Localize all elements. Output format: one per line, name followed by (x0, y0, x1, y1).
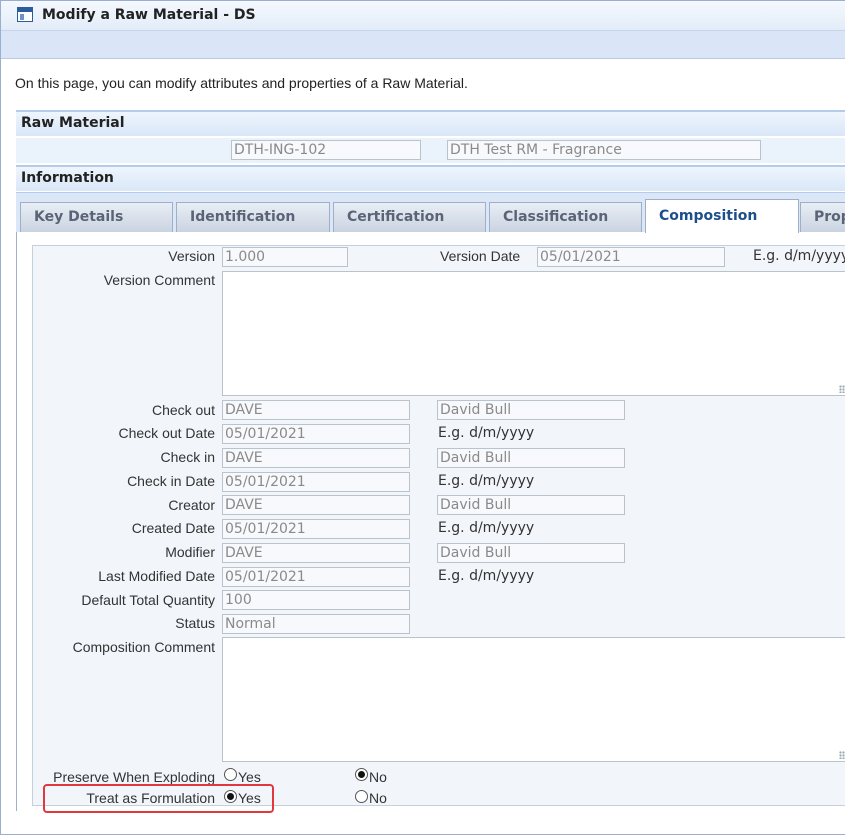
preserve-when-exploding-label: Preserve When Exploding (53, 769, 215, 785)
tab-classification[interactable]: Classification (489, 202, 642, 232)
check-out-user-field: DAVE (222, 400, 410, 420)
check-in-label: Check in (160, 449, 215, 465)
formulation-no-label[interactable]: No (369, 790, 387, 806)
last-modified-date-field: 05/01/2021 (222, 567, 410, 587)
created-date-field: 05/01/2021 (222, 519, 410, 539)
tab-properties[interactable]: Prop (800, 202, 845, 232)
check-out-name-field: David Bull (437, 400, 625, 420)
composition-comment-label: Composition Comment (72, 639, 215, 655)
version-label: Version (168, 248, 215, 264)
check-out-date-label: Check out Date (118, 425, 216, 441)
check-in-date-field: 05/01/2021 (222, 472, 410, 492)
default-total-quantity-label: Default Total Quantity (81, 592, 215, 608)
check-in-date-hint: E.g. d/m/yyyy (438, 473, 535, 489)
status-field: Normal (222, 614, 410, 634)
creator-name-field: David Bull (437, 495, 625, 515)
version-date-hint: E.g. d/m/yyyy (753, 248, 845, 264)
toolbar-strip (1, 31, 845, 59)
default-total-quantity-field: 100 (222, 590, 410, 610)
check-in-date-label: Check in Date (127, 473, 215, 489)
created-date-label: Created Date (131, 520, 215, 536)
check-in-name-field: David Bull (437, 448, 625, 468)
creator-user-field: DAVE (222, 495, 410, 515)
highlight-box (43, 784, 274, 813)
modifier-label: Modifier (165, 544, 215, 560)
resize-grip-icon[interactable] (839, 385, 845, 393)
composition-comment-textarea[interactable] (222, 637, 845, 762)
check-out-label: Check out (151, 402, 215, 418)
created-date-hint: E.g. d/m/yyyy (438, 520, 535, 536)
version-comment-textarea[interactable] (222, 271, 845, 396)
check-in-user-field: DAVE (222, 448, 410, 468)
tab-key-details[interactable]: Key Details (20, 202, 173, 232)
preserve-yes-radio[interactable] (224, 768, 237, 781)
window-title: Modify a Raw Material - DS (42, 7, 256, 23)
check-out-date-hint: E.g. d/m/yyyy (438, 425, 535, 441)
title-bar: Modify a Raw Material - DS (1, 1, 845, 31)
raw-material-code-field: DTH-ING-102 (231, 140, 421, 160)
modifier-user-field: DAVE (222, 543, 410, 563)
check-out-date-field: 05/01/2021 (222, 424, 410, 444)
resize-grip-icon[interactable] (839, 751, 845, 759)
window-icon (17, 7, 33, 22)
raw-material-header: Raw Material (16, 110, 845, 136)
last-modified-date-hint: E.g. d/m/yyyy (438, 568, 535, 584)
app-window: Modify a Raw Material - DS On this page,… (0, 0, 845, 835)
version-date-field: 05/01/2021 (537, 247, 725, 267)
page-description: On this page, you can modify attributes … (15, 75, 468, 91)
version-field: 1.000 (222, 247, 348, 267)
status-label: Status (175, 615, 215, 631)
information-header: Information (16, 165, 845, 191)
version-date-label: Version Date (440, 248, 521, 264)
last-modified-date-label: Last Modified Date (98, 568, 215, 584)
preserve-yes-label[interactable]: Yes (238, 769, 261, 785)
modifier-name-field: David Bull (437, 543, 625, 563)
tab-identification[interactable]: Identification (176, 202, 330, 232)
tab-composition[interactable]: Composition (645, 199, 799, 233)
formulation-no-radio[interactable] (355, 790, 368, 803)
preserve-no-label[interactable]: No (369, 769, 387, 785)
creator-label: Creator (168, 497, 215, 513)
version-comment-label: Version Comment (103, 272, 215, 288)
raw-material-name-field: DTH Test RM - Fragrance (447, 140, 761, 160)
tab-certification[interactable]: Certification (333, 202, 486, 232)
preserve-no-radio[interactable] (355, 768, 368, 781)
